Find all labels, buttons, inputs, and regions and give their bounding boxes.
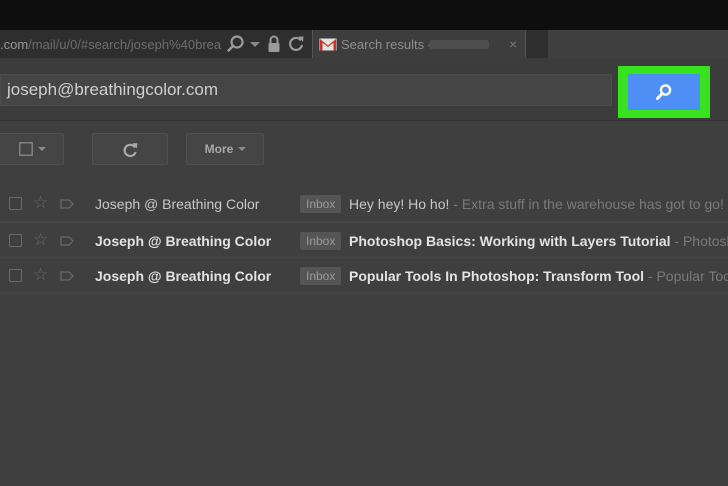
search-input[interactable]: joseph@breathingcolor.com bbox=[0, 74, 612, 106]
message-subject-line[interactable]: Hey hey! Ho ho! - Extra stuff in the war… bbox=[349, 195, 728, 213]
chevron-down-icon bbox=[38, 147, 46, 151]
tab-close-icon[interactable]: × bbox=[509, 36, 517, 52]
message-row[interactable]: ☆ Joseph @ Breathing Color Inbox Popular… bbox=[0, 258, 728, 294]
importance-marker-icon[interactable] bbox=[60, 199, 74, 209]
message-subject-line[interactable]: Popular Tools In Photoshop: Transform To… bbox=[349, 267, 728, 285]
refresh-icon bbox=[123, 143, 138, 158]
row-checkbox[interactable] bbox=[9, 269, 22, 282]
search-icon[interactable] bbox=[226, 33, 246, 55]
message-subject: Photoshop Basics: Working with Layers Tu… bbox=[349, 233, 671, 249]
new-tab-area[interactable] bbox=[526, 30, 548, 58]
reload-icon[interactable] bbox=[286, 33, 306, 55]
message-sender: Joseph @ Breathing Color bbox=[95, 233, 272, 249]
refresh-button[interactable] bbox=[92, 133, 168, 165]
message-sender: Joseph @ Breathing Color bbox=[95, 268, 272, 284]
tab-title-blurred bbox=[429, 40, 489, 49]
message-subject-line[interactable]: Photoshop Basics: Working with Layers Tu… bbox=[349, 232, 728, 250]
url-text[interactable]: .com/mail/u/0/#search/joseph%40brea bbox=[0, 36, 222, 54]
lock-icon bbox=[268, 35, 280, 52]
chevron-down-icon bbox=[238, 147, 246, 151]
importance-marker-icon[interactable] bbox=[60, 271, 74, 281]
browser-title-bar bbox=[0, 0, 728, 30]
inbox-label[interactable]: Inbox bbox=[300, 195, 342, 213]
browser-tab[interactable]: Search results - × bbox=[312, 30, 526, 58]
message-sender: Joseph @ Breathing Color bbox=[95, 196, 260, 212]
checkbox-icon bbox=[19, 142, 33, 156]
message-subject: Hey hey! Ho ho! bbox=[349, 196, 450, 212]
dropdown-arrow-icon[interactable] bbox=[248, 33, 262, 55]
tab-title: Search results - bbox=[341, 37, 433, 52]
star-icon[interactable]: ☆ bbox=[33, 266, 48, 284]
message-row[interactable]: ☆ Joseph @ Breathing Color Inbox Hey hey… bbox=[0, 186, 728, 222]
message-subject: Popular Tools In Photoshop: Transform To… bbox=[349, 268, 645, 284]
row-checkbox[interactable] bbox=[9, 197, 22, 210]
url-path: /mail/u/0/#search/joseph%40brea bbox=[28, 37, 222, 52]
search-icon bbox=[656, 84, 672, 100]
message-row[interactable]: ☆ Joseph @ Breathing Color Inbox Photosh… bbox=[0, 222, 728, 258]
message-snippet: - Extra stuff in the warehouse has got t… bbox=[449, 196, 728, 212]
gmail-icon bbox=[319, 38, 337, 51]
url-domain: .com bbox=[0, 37, 29, 52]
inbox-label[interactable]: Inbox bbox=[300, 232, 342, 250]
search-button-highlight bbox=[618, 66, 710, 118]
search-button[interactable] bbox=[628, 74, 700, 110]
more-button[interactable]: More bbox=[186, 133, 264, 165]
inbox-label[interactable]: Inbox bbox=[300, 267, 342, 285]
select-button[interactable] bbox=[0, 133, 64, 165]
importance-marker-icon[interactable] bbox=[60, 236, 74, 246]
message-snippet: - Photosh bbox=[670, 233, 728, 249]
row-checkbox[interactable] bbox=[9, 234, 22, 247]
message-snippet: - Popular Too bbox=[644, 268, 728, 284]
star-icon[interactable]: ☆ bbox=[33, 231, 48, 249]
star-icon[interactable]: ☆ bbox=[33, 194, 48, 212]
